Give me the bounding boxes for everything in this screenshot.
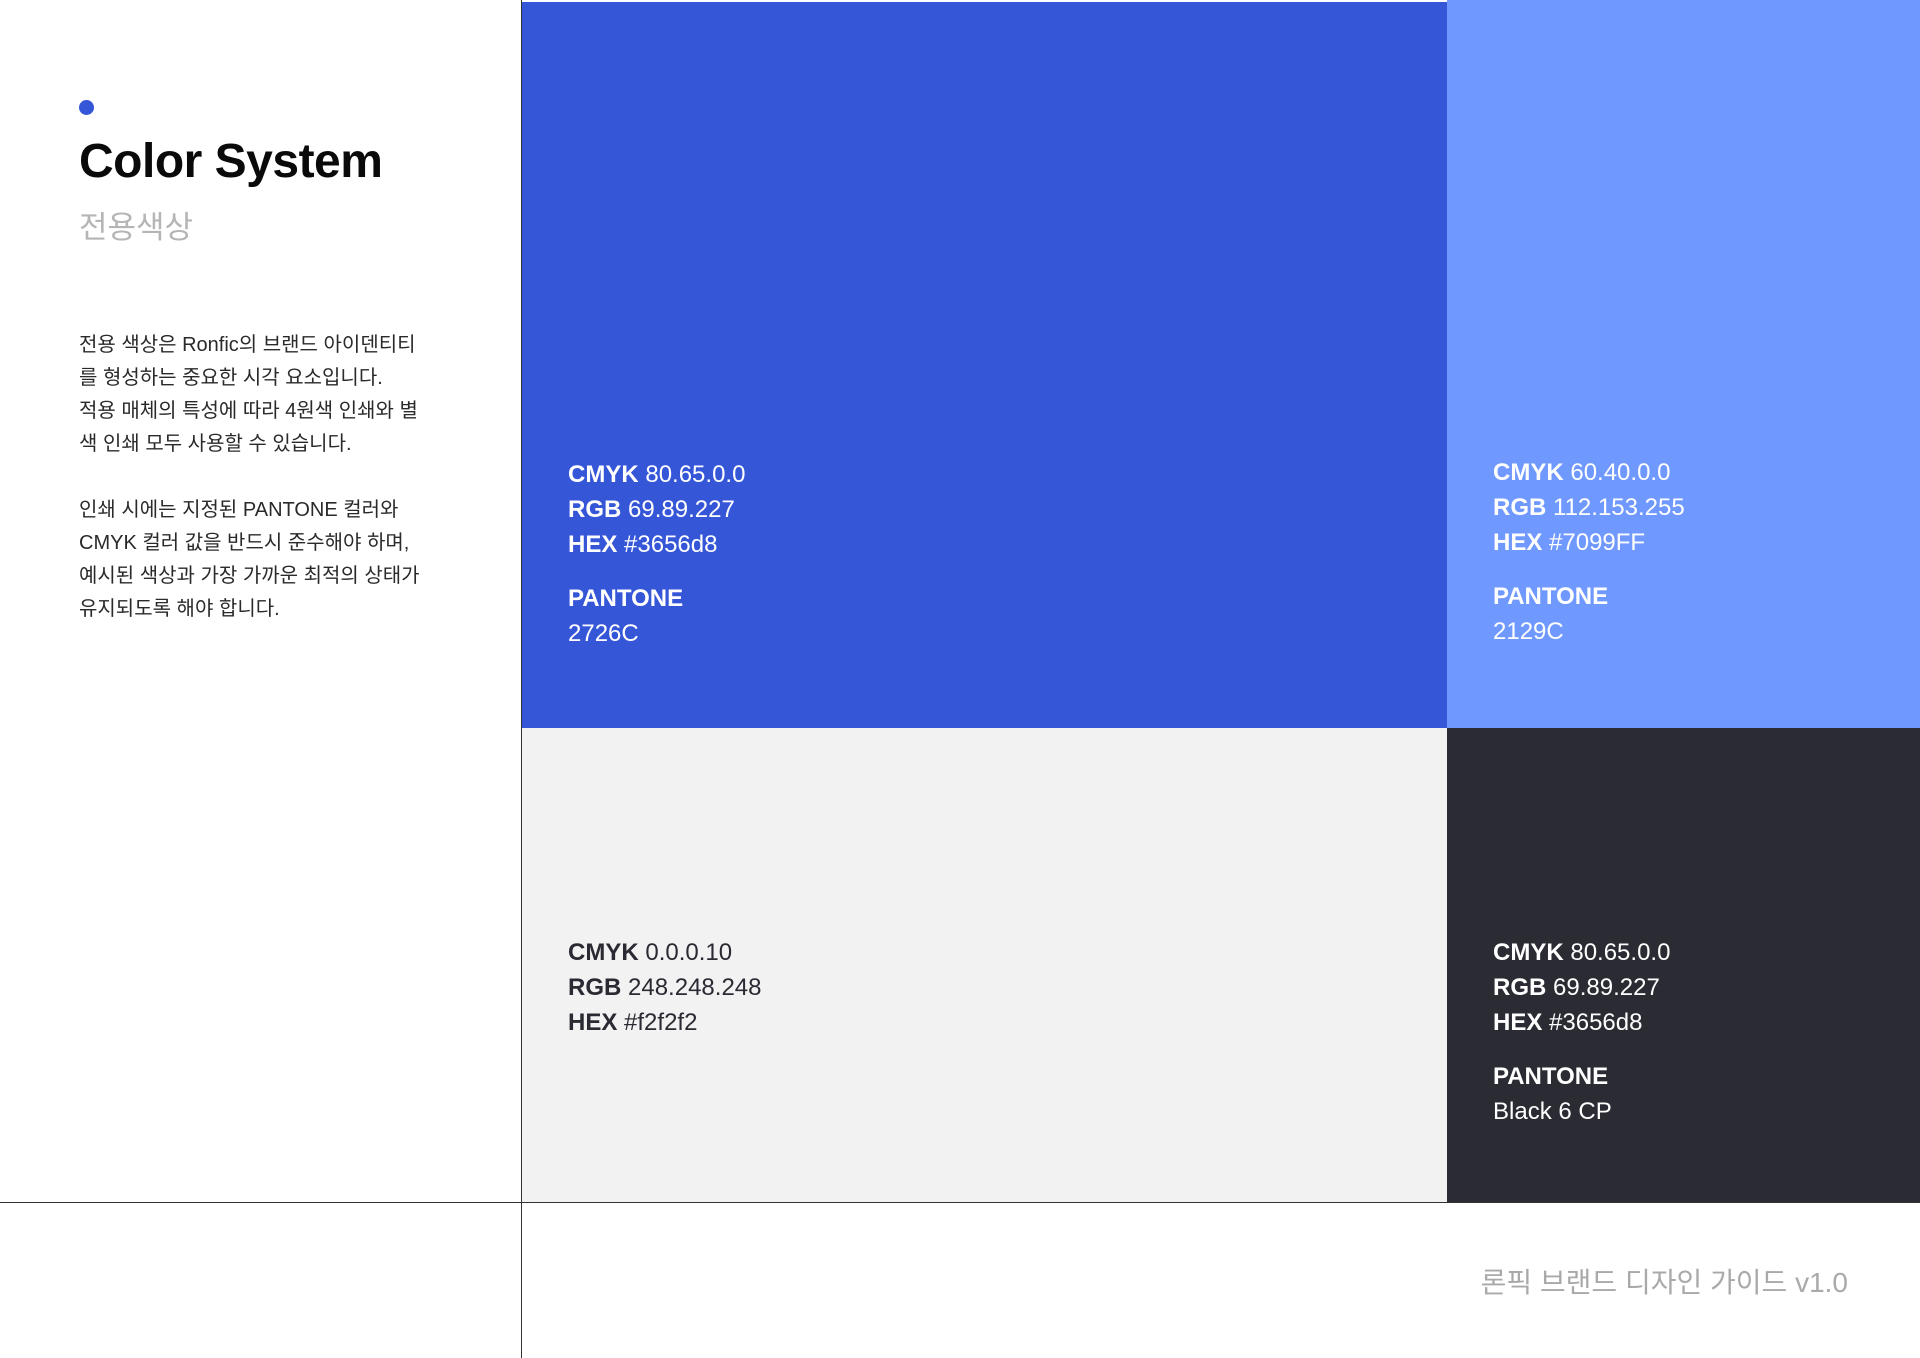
pantone-label: PANTONE (1493, 1063, 1609, 1090)
cmyk-label: CMYK (568, 461, 639, 488)
cmyk-value: 60.40.0.0 (1570, 459, 1671, 486)
hex-row: HEX #f2f2f2 (568, 1005, 761, 1040)
swatch-secondary-light-blue: CMYK 60.40.0.0 RGB 112.153.255 HEX #7099… (1447, 0, 1920, 728)
cmyk-label: CMYK (1493, 459, 1564, 486)
pantone-block: PANTONE Black 6 CP (1493, 1059, 1670, 1129)
rgb-label: RGB (1493, 974, 1547, 1001)
hex-value: #f2f2f2 (624, 1009, 698, 1036)
pantone-block: PANTONE 2129C (1493, 579, 1685, 649)
page-title: Color System (79, 135, 383, 188)
swatch-info: CMYK 60.40.0.0 RGB 112.153.255 HEX #7099… (1493, 455, 1685, 649)
description-paragraph: 전용 색상은 Ronfic의 브랜드 아이덴티티 를 형성하는 중요한 시각 요… (79, 334, 418, 455)
cmyk-row: CMYK 80.65.0.0 (568, 457, 745, 492)
description-paragraph: 인쇄 시에는 지정된 PANTONE 컬러와 CMYK 컬러 값을 반드시 준수… (79, 499, 420, 620)
hex-label: HEX (568, 1009, 618, 1036)
rgb-label: RGB (568, 496, 622, 523)
pantone-label: PANTONE (568, 585, 684, 612)
cmyk-value: 80.65.0.0 (645, 461, 746, 488)
pantone-value: Black 6 CP (1493, 1098, 1612, 1125)
cmyk-label: CMYK (1493, 939, 1564, 966)
rgb-value: 112.153.255 (1553, 494, 1685, 521)
cmyk-label: CMYK (568, 939, 639, 966)
swatch-info: CMYK 80.65.0.0 RGB 69.89.227 HEX #3656d8… (568, 457, 745, 651)
footer-guide-version: 론픽 브랜드 디자인 가이드 v1.0 (1480, 1267, 1848, 1298)
hex-value: #3656d8 (624, 531, 718, 558)
hex-value: #7099FF (1549, 529, 1646, 556)
accent-dot (79, 100, 94, 115)
swatch-primary-blue: CMYK 80.65.0.0 RGB 69.89.227 HEX #3656d8… (522, 2, 1447, 728)
hex-label: HEX (568, 531, 618, 558)
rgb-value: 248.248.248 (628, 974, 762, 1001)
pantone-label: PANTONE (1493, 583, 1609, 610)
pantone-value: 2726C (568, 620, 639, 647)
page-subtitle: 전용색상 (79, 210, 194, 245)
cmyk-row: CMYK 0.0.0.10 (568, 935, 761, 970)
rgb-row: RGB 69.89.227 (1493, 970, 1670, 1005)
rgb-label: RGB (568, 974, 622, 1001)
hex-row: HEX #7099FF (1493, 525, 1685, 560)
pantone-block: PANTONE 2726C (568, 581, 745, 651)
rgb-label: RGB (1493, 494, 1547, 521)
horizontal-divider (0, 1202, 1920, 1203)
description: 전용 색상은 Ronfic의 브랜드 아이덴티티 를 형성하는 중요한 시각 요… (79, 329, 479, 659)
swatch-info: CMYK 80.65.0.0 RGB 69.89.227 HEX #3656d8… (1493, 935, 1670, 1129)
vertical-divider (521, 0, 522, 1358)
rgb-row: RGB 69.89.227 (568, 492, 745, 527)
hex-row: HEX #3656d8 (568, 527, 745, 562)
rgb-row: RGB 112.153.255 (1493, 490, 1685, 525)
cmyk-row: CMYK 80.65.0.0 (1493, 935, 1670, 970)
hex-label: HEX (1493, 1009, 1543, 1036)
rgb-value: 69.89.227 (1553, 974, 1660, 1001)
pantone-value: 2129C (1493, 618, 1564, 645)
cmyk-value: 0.0.0.10 (645, 939, 733, 966)
swatch-light-gray: CMYK 0.0.0.10 RGB 248.248.248 HEX #f2f2f… (522, 728, 1447, 1202)
rgb-value: 69.89.227 (628, 496, 735, 523)
rgb-row: RGB 248.248.248 (568, 970, 761, 1005)
hex-label: HEX (1493, 529, 1543, 556)
hex-value: #3656d8 (1549, 1009, 1643, 1036)
hex-row: HEX #3656d8 (1493, 1005, 1670, 1040)
swatch-dark-charcoal: CMYK 80.65.0.0 RGB 69.89.227 HEX #3656d8… (1447, 728, 1920, 1202)
cmyk-row: CMYK 60.40.0.0 (1493, 455, 1685, 490)
cmyk-value: 80.65.0.0 (1570, 939, 1671, 966)
swatch-info: CMYK 0.0.0.10 RGB 248.248.248 HEX #f2f2f… (568, 935, 761, 1040)
